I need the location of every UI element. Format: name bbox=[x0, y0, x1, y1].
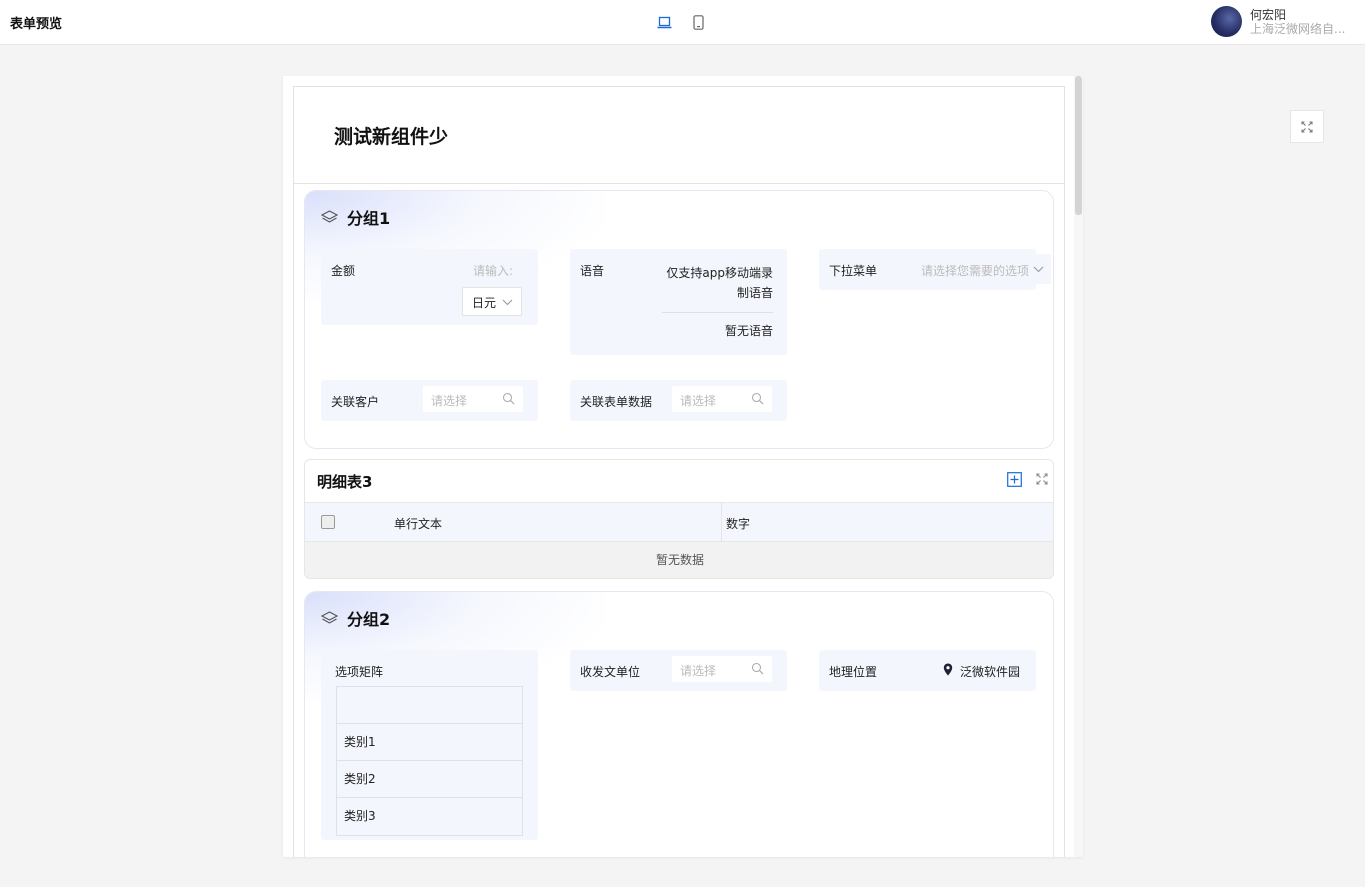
related-form-label: 关联表单数据 bbox=[580, 395, 653, 409]
group-1-header: 分组1 bbox=[321, 205, 390, 229]
matrix-row bbox=[337, 687, 522, 724]
amount-label: 金额 bbox=[331, 264, 356, 278]
user-organization: 上海泛微网络自... bbox=[1250, 21, 1346, 36]
expand-icon bbox=[1301, 120, 1313, 133]
related-customer-input[interactable]: 请选择 bbox=[423, 386, 523, 412]
device-toggle bbox=[656, 12, 706, 32]
avatar bbox=[1211, 6, 1242, 37]
related-form-placeholder: 请选择 bbox=[680, 394, 717, 408]
location-field: 地理位置 泛微软件园 bbox=[819, 650, 1036, 691]
group-1: 分组1 金额 请输入: 日元 语音 仅支持app移动端录制语音 暂无语音 下拉菜… bbox=[304, 190, 1054, 449]
search-icon bbox=[751, 662, 764, 675]
option-matrix-label: 选项矩阵 bbox=[335, 665, 384, 679]
page-title: 表单预览 bbox=[10, 17, 63, 32]
detail-table: 明细表3 单行文本 数字 暂无数据 bbox=[304, 459, 1054, 579]
dropdown-placeholder: 请选择您需要的选项 bbox=[921, 264, 1030, 278]
dispatch-unit-input[interactable]: 请选择 bbox=[672, 656, 772, 682]
search-icon bbox=[502, 392, 515, 405]
form-preview-card: 测试新组件少 分组1 金额 请输入: 日元 语音 仅支持app移动端录制语音 暂… bbox=[283, 76, 1083, 857]
detail-table-title: 明细表3 bbox=[317, 473, 373, 491]
amount-field: 金额 请输入: 日元 bbox=[321, 249, 538, 325]
group-2-header: 分组2 bbox=[321, 606, 390, 630]
related-customer-placeholder: 请选择 bbox=[431, 394, 468, 408]
user-name: 何宏阳 bbox=[1250, 7, 1287, 22]
option-matrix: 类别1 类别2 类别3 bbox=[336, 686, 523, 836]
expand-icon[interactable] bbox=[1036, 473, 1048, 485]
add-row-icon[interactable] bbox=[1007, 472, 1022, 487]
voice-field: 语音 仅支持app移动端录制语音 暂无语音 bbox=[570, 249, 787, 355]
related-customer-field: 关联客户 请选择 bbox=[321, 380, 538, 421]
chevron-down-icon bbox=[1033, 266, 1044, 273]
chevron-down-icon bbox=[502, 299, 513, 306]
layers-icon bbox=[321, 210, 338, 223]
layers-icon bbox=[321, 611, 338, 624]
select-all-checkbox[interactable] bbox=[321, 515, 335, 529]
column-divider bbox=[721, 503, 722, 542]
table-empty-state: 暂无数据 bbox=[305, 542, 1053, 578]
fullscreen-button[interactable] bbox=[1290, 110, 1324, 143]
matrix-row[interactable]: 类别1 bbox=[337, 724, 522, 761]
related-form-field: 关联表单数据 请选择 bbox=[570, 380, 787, 421]
voice-label: 语音 bbox=[580, 264, 605, 278]
form-header: 测试新组件少 bbox=[294, 87, 1064, 184]
scrollbar-thumb[interactable] bbox=[1075, 76, 1082, 215]
user-profile[interactable]: 何宏阳 上海泛微网络自... bbox=[1211, 6, 1350, 37]
mobile-icon bbox=[692, 14, 704, 30]
table-header: 单行文本 数字 bbox=[305, 502, 1053, 542]
voice-divider bbox=[662, 312, 773, 313]
search-icon bbox=[751, 392, 764, 405]
location-pin-icon bbox=[943, 663, 953, 676]
group-2-title: 分组2 bbox=[347, 610, 391, 629]
column-header: 单行文本 bbox=[394, 517, 443, 531]
top-bar: 表单预览 何宏阳 上海泛微网络自... bbox=[0, 0, 1365, 45]
currency-select[interactable]: 日元 bbox=[462, 287, 522, 316]
voice-note: 仅支持app移动端录制语音 bbox=[666, 266, 773, 300]
group-2: 分组2 选项矩阵 类别1 类别2 类别3 收发文单位 请选择 地理位置 泛微软件… bbox=[304, 591, 1054, 857]
option-matrix-field: 选项矩阵 类别1 类别2 类别3 bbox=[321, 650, 538, 840]
currency-value: 日元 bbox=[472, 296, 497, 310]
related-form-input[interactable]: 请选择 bbox=[672, 386, 772, 412]
form-title: 测试新组件少 bbox=[334, 126, 449, 148]
voice-empty-text: 暂无语音 bbox=[724, 324, 773, 338]
column-header: 数字 bbox=[726, 517, 751, 531]
matrix-row[interactable]: 类别3 bbox=[337, 798, 522, 835]
form-frame: 测试新组件少 分组1 金额 请输入: 日元 语音 仅支持app移动端录制语音 暂… bbox=[293, 86, 1065, 857]
desktop-view-button[interactable] bbox=[656, 12, 672, 32]
location-label: 地理位置 bbox=[829, 665, 878, 679]
location-value[interactable]: 泛微软件园 bbox=[960, 663, 1020, 680]
dropdown-select[interactable]: 请选择您需要的选项 bbox=[921, 254, 1051, 284]
dispatch-unit-field: 收发文单位 请选择 bbox=[570, 650, 787, 691]
mobile-view-button[interactable] bbox=[690, 12, 706, 32]
group-1-title: 分组1 bbox=[347, 209, 391, 228]
amount-input[interactable]: 请输入: bbox=[473, 262, 513, 279]
dropdown-label: 下拉菜单 bbox=[829, 264, 878, 278]
dispatch-unit-placeholder: 请选择 bbox=[680, 664, 717, 678]
dispatch-unit-label: 收发文单位 bbox=[580, 665, 641, 679]
related-customer-label: 关联客户 bbox=[331, 395, 380, 409]
matrix-row[interactable]: 类别2 bbox=[337, 761, 522, 798]
dropdown-field: 下拉菜单 请选择您需要的选项 bbox=[819, 249, 1051, 290]
laptop-icon bbox=[657, 16, 671, 28]
